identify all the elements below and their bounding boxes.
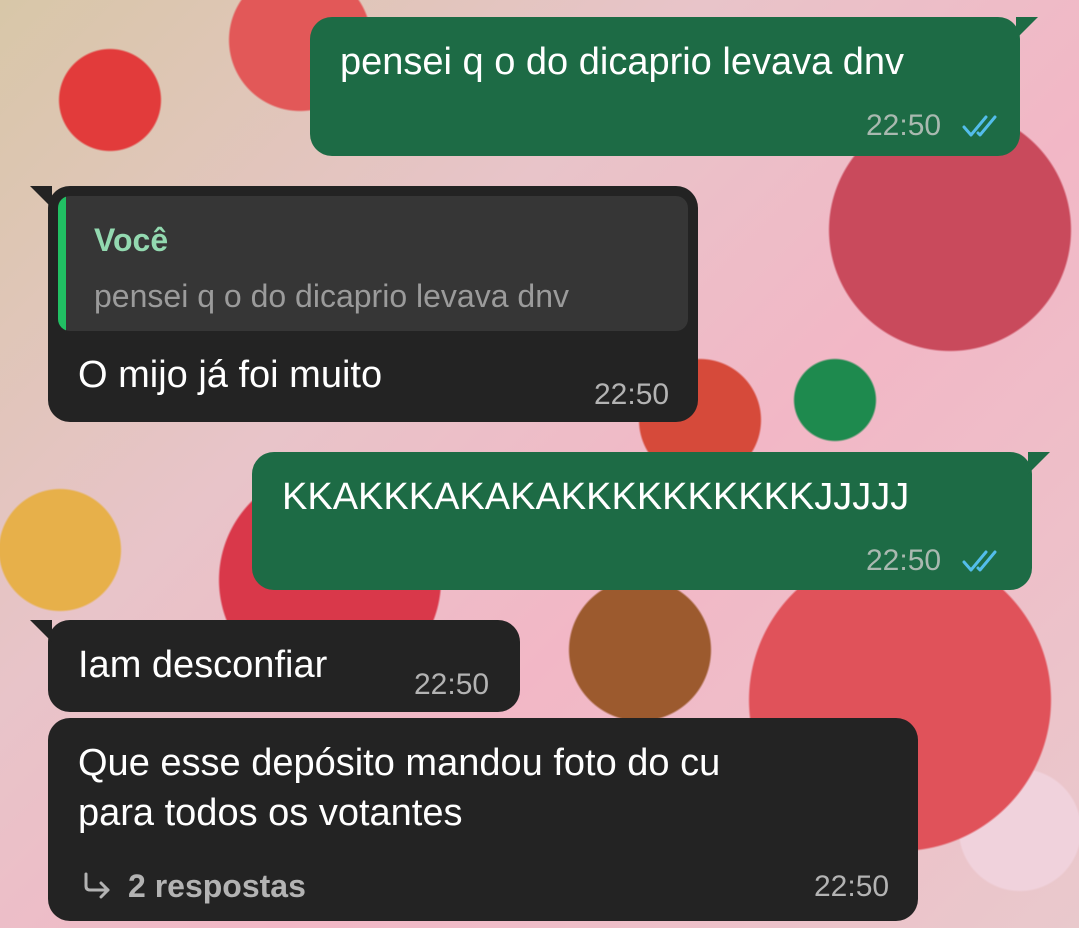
quoted-message[interactable]: Você pensei q o do dicaprio levava dnv [58,196,688,331]
double-check-read-icon [962,550,997,572]
message-text-line: Que esse depósito mandou foto do cu [78,742,721,784]
bubble-tail [1028,452,1050,474]
quote-author: Você [94,222,169,258]
message-time: 22:50 [414,668,490,701]
message-bubble-outgoing[interactable]: KKAKKKAKAKAKKKKKKKKKKJJJJJ 22:50 [252,452,1050,590]
bubble-tail [30,186,52,208]
message-text: pensei q o do dicaprio levava dnv [340,41,905,83]
double-check-read-icon [962,115,997,137]
replies-link[interactable]: 2 respostas [78,864,378,908]
quote-text: pensei q o do dicaprio levava dnv [94,278,569,314]
replies-count-label: 2 respostas [128,868,306,904]
message-bubble-incoming[interactable]: Que esse depósito mandou foto do cu para… [48,718,918,921]
message-text: O mijo já foi muito [78,354,383,396]
message-time: 22:50 [594,378,670,411]
message-text: Iam desconfiar [78,644,328,686]
message-time: 22:50 [814,870,890,903]
message-text-line: para todos os votantes [78,792,463,834]
message-bubble-outgoing[interactable]: pensei q o do dicaprio levava dnv 22:50 [310,17,1038,156]
bubble-tail [30,620,52,642]
bubble-tail [1016,17,1038,39]
message-bubble-incoming[interactable]: Você pensei q o do dicaprio levava dnv O… [30,186,698,422]
message-bubble-incoming[interactable]: Iam desconfiar 22:50 [30,620,520,712]
message-text: KKAKKKAKAKAKKKKKKKKKKJJJJJ [282,476,910,518]
reply-arrow-icon [84,872,110,899]
quote-accent-bar [58,196,66,331]
message-time: 22:50 [866,109,942,142]
message-time: 22:50 [866,544,942,577]
